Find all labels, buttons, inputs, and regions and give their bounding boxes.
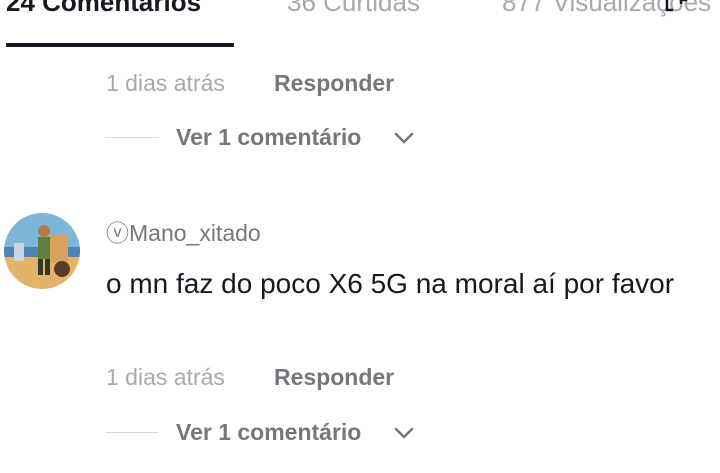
tab-comments[interactable]: 24 Comentários: [6, 0, 201, 17]
comment-timestamp: 1 dias atrás: [106, 70, 225, 96]
reply-button[interactable]: Responder: [274, 362, 394, 392]
comment-meta-prev: 1 dias atrás Responder: [106, 68, 394, 98]
tab-likes[interactable]: 36 Curtidas: [287, 0, 420, 17]
replies-divider: [106, 137, 158, 138]
reply-button[interactable]: Responder: [274, 68, 394, 98]
active-tab-indicator: [6, 43, 234, 47]
comment-username[interactable]: ⓥMano_xitado: [106, 218, 261, 248]
replies-divider: [106, 432, 158, 433]
comment-meta: 1 dias atrás Responder: [106, 362, 394, 392]
avatar[interactable]: [4, 213, 80, 289]
avatar-image: [4, 213, 80, 289]
comment-text: o mn faz do poco X6 5G na moral aí por f…: [106, 268, 675, 299]
chevron-down-icon[interactable]: [393, 130, 415, 146]
view-replies-label[interactable]: Ver 1 comentário: [176, 417, 361, 447]
expand-icon[interactable]: [665, 0, 691, 14]
tab-bar: 24 Comentários 36 Curtidas 877 Visualiza…: [0, 0, 720, 48]
view-replies-label[interactable]: Ver 1 comentário: [176, 122, 361, 152]
chevron-down-icon[interactable]: [393, 425, 415, 441]
comment-timestamp: 1 dias atrás: [106, 364, 225, 390]
